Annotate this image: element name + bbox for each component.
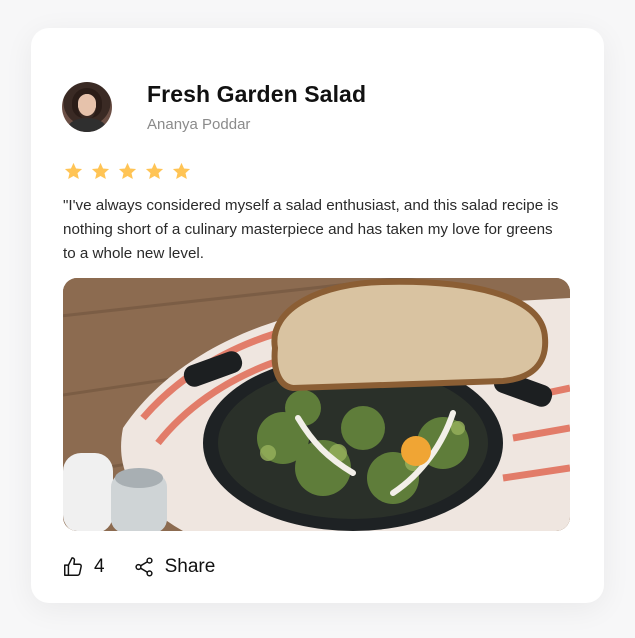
star-icon [117, 161, 138, 182]
post-title: Fresh Garden Salad [147, 81, 367, 107]
author-name[interactable]: Ananya Poddar [147, 116, 366, 133]
thumbs-up-icon [62, 556, 84, 578]
post-titles: Fresh Garden Salad Ananya Poddar [147, 81, 366, 133]
review-text: "I've always considered myself a salad e… [63, 197, 559, 262]
review-card: Fresh Garden Salad Ananya Poddar "I've a… [31, 28, 604, 603]
share-label: Share [164, 556, 216, 577]
star-icon [90, 161, 111, 182]
star-rating [63, 161, 192, 182]
share-button[interactable]: Share [133, 556, 216, 578]
like-count: 4 [94, 556, 105, 577]
star-icon [63, 161, 84, 182]
author-avatar[interactable] [62, 82, 112, 132]
post-actions: 4 Share [62, 556, 215, 578]
food-photo [63, 278, 570, 531]
like-button[interactable]: 4 [62, 556, 105, 578]
post-header: Fresh Garden Salad Ananya Poddar [62, 81, 366, 133]
star-icon [171, 161, 192, 182]
share-icon [133, 556, 155, 578]
star-icon [144, 161, 165, 182]
